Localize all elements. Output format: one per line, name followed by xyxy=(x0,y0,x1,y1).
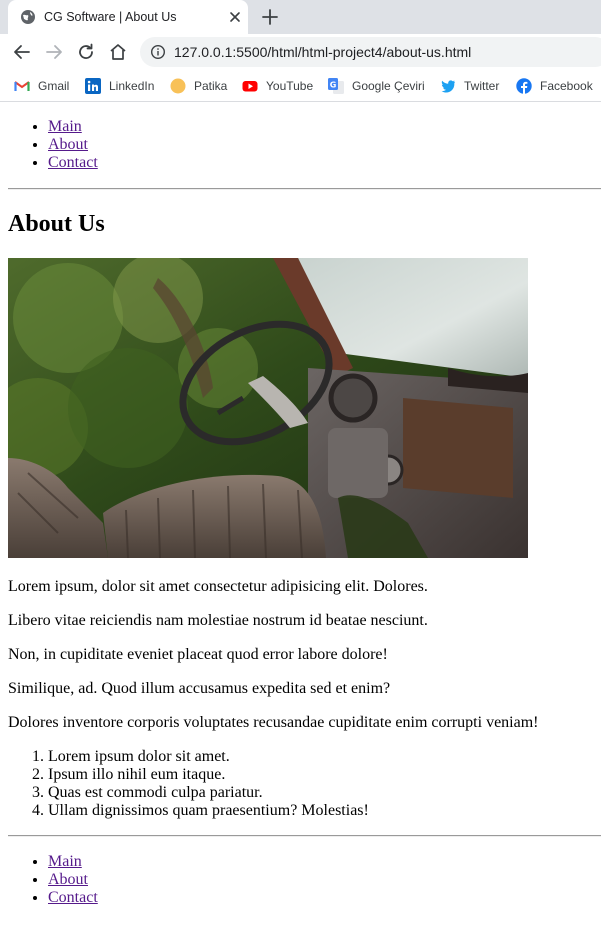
top-nav-item-contact: Contact xyxy=(48,154,98,172)
new-tab-plus-icon[interactable] xyxy=(260,7,280,27)
bookmark-linkedin[interactable]: LinkedIn xyxy=(85,76,154,96)
top-divider xyxy=(8,188,601,190)
page-title: About Us xyxy=(8,211,105,237)
youtube-icon xyxy=(242,81,258,92)
ordered-list-item: Ullam dignissimos quam praesentium? Mole… xyxy=(48,802,369,820)
close-icon[interactable] xyxy=(226,8,244,26)
info-icon[interactable] xyxy=(150,44,166,60)
home-icon[interactable] xyxy=(108,42,128,62)
bookmark-twitter[interactable]: Twitter xyxy=(440,76,499,96)
bookmarks-bar: Gmail LinkedIn Patika YouTube G Google Ç… xyxy=(0,70,601,102)
url-text: 127.0.0.1:5500/html/html-project4/about-… xyxy=(174,44,472,60)
bookmark-youtube[interactable]: YouTube xyxy=(242,76,313,96)
bottom-nav-item-contact: Contact xyxy=(48,889,98,907)
bottom-nav-link-contact[interactable]: Contact xyxy=(48,889,98,906)
twitter-icon xyxy=(441,80,455,93)
gmail-icon xyxy=(14,81,30,91)
ordered-list-item: Ipsum illo nihil eum itaque. xyxy=(48,766,369,784)
bookmark-facebook[interactable]: Facebook xyxy=(516,76,593,96)
facebook-icon xyxy=(516,78,532,94)
page-content: Main About Contact About Us xyxy=(0,102,601,926)
bottom-nav-item-main: Main xyxy=(48,853,98,871)
google-translate-icon: G xyxy=(328,78,344,94)
bottom-nav-link-main[interactable]: Main xyxy=(48,853,82,870)
reload-icon[interactable] xyxy=(76,42,96,62)
top-nav-item-main: Main xyxy=(48,118,98,136)
bottom-divider xyxy=(8,835,601,837)
ordered-list: Lorem ipsum dolor sit amet. Ipsum illo n… xyxy=(0,748,369,820)
bookmark-patika[interactable]: Patika xyxy=(170,76,227,96)
paragraph-2: Libero vitae reiciendis nam molestiae no… xyxy=(8,612,428,629)
paragraph-3: Non, in cupiditate eveniet placeat quod … xyxy=(8,646,388,663)
top-nav: Main About Contact xyxy=(0,118,98,172)
tab-title: CG Software | About Us xyxy=(44,10,177,24)
top-nav-item-about: About xyxy=(48,136,98,154)
ordered-list-item: Quas est commodi culpa pariatur. xyxy=(48,784,369,802)
bottom-nav-link-about[interactable]: About xyxy=(48,871,88,888)
address-bar[interactable]: 127.0.0.1:5500/html/html-project4/about-… xyxy=(140,37,601,67)
paragraph-1: Lorem ipsum, dolor sit amet consectetur … xyxy=(8,578,428,595)
globe-icon xyxy=(21,10,35,24)
car-interior-photo xyxy=(8,258,528,558)
browser-tab-active[interactable]: CG Software | About Us xyxy=(8,0,248,34)
back-arrow-icon[interactable] xyxy=(12,42,32,62)
forward-arrow-icon[interactable] xyxy=(44,42,64,62)
top-nav-link-main[interactable]: Main xyxy=(48,118,82,135)
bottom-nav: Main About Contact xyxy=(0,853,98,907)
paragraph-5: Dolores inventore corporis voluptates re… xyxy=(8,714,539,731)
top-nav-link-about[interactable]: About xyxy=(48,136,88,153)
bottom-nav-item-about: About xyxy=(48,871,98,889)
ordered-list-item: Lorem ipsum dolor sit amet. xyxy=(48,748,369,766)
linkedin-icon xyxy=(85,78,101,94)
top-nav-link-contact[interactable]: Contact xyxy=(48,154,98,171)
bookmark-gmail[interactable]: Gmail xyxy=(14,76,69,96)
svg-text:G: G xyxy=(330,81,337,90)
patika-icon xyxy=(170,78,186,94)
browser-toolbar: 127.0.0.1:5500/html/html-project4/about-… xyxy=(0,34,601,70)
paragraph-4: Similique, ad. Quod illum accusamus expe… xyxy=(8,680,391,697)
browser-tabstrip: CG Software | About Us xyxy=(0,0,601,34)
bookmark-google-ceviri[interactable]: G Google Çeviri xyxy=(328,76,425,96)
